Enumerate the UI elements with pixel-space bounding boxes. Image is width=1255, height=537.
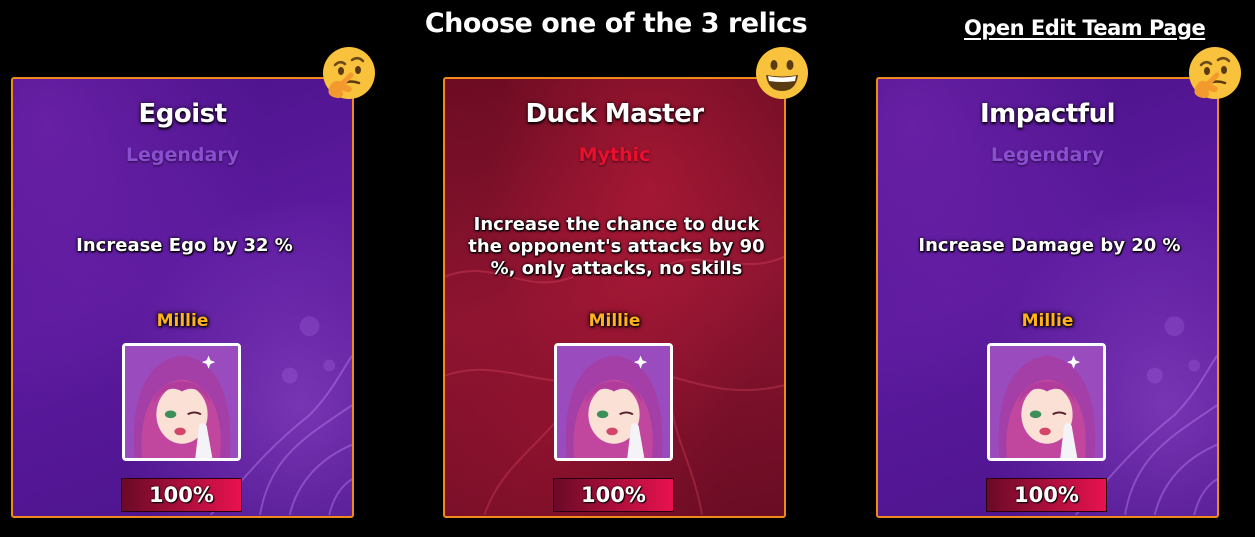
thinking-face-icon (1189, 47, 1241, 99)
relic-description: Increase Ego by 32 % (76, 235, 293, 256)
relic-title: Impactful (980, 99, 1116, 129)
hero-portrait-image (125, 346, 238, 458)
hero-name: Millie (1021, 311, 1074, 331)
relic-description: Increase Damage by 20 % (918, 235, 1181, 256)
progress-bar: 100% (553, 478, 674, 512)
open-edit-team-link[interactable]: Open Edit Team Page (964, 16, 1206, 40)
thinking-face-icon (323, 47, 375, 99)
relic-rarity: Legendary (125, 144, 240, 166)
hero-portrait (987, 343, 1106, 461)
hero-name: Millie (588, 311, 641, 331)
hero-portrait-image (557, 346, 670, 458)
progress-bar: 100% (121, 478, 242, 512)
grinning-face-icon (756, 47, 808, 99)
relic-title: Egoist (138, 99, 227, 129)
relic-card-impactful[interactable]: Impactful Legendary Increase Damage by 2… (876, 77, 1219, 518)
relic-description: Increase the chance to duck the opponent… (453, 214, 780, 280)
relic-card-egoist[interactable]: Egoist Legendary Increase Ego by 32 % Mi… (11, 77, 354, 518)
relic-rarity: Mythic (578, 144, 651, 166)
hero-name: Millie (156, 311, 209, 331)
description-line: %, only attacks, no skills (490, 258, 743, 279)
progress-label: 100% (1014, 483, 1079, 507)
description-line: the opponent's attacks by 90 (468, 236, 765, 257)
description-line: Increase the chance to duck (473, 214, 760, 235)
progress-bar: 100% (986, 478, 1107, 512)
relic-card-duck-master[interactable]: Duck Master Mythic Increase the chance t… (443, 77, 786, 518)
hero-portrait-image (990, 346, 1103, 458)
hero-portrait (122, 343, 241, 461)
relic-rarity: Legendary (990, 144, 1105, 166)
progress-label: 100% (149, 483, 214, 507)
hero-portrait (554, 343, 673, 461)
progress-label: 100% (581, 483, 646, 507)
relic-title: Duck Master (525, 99, 704, 129)
